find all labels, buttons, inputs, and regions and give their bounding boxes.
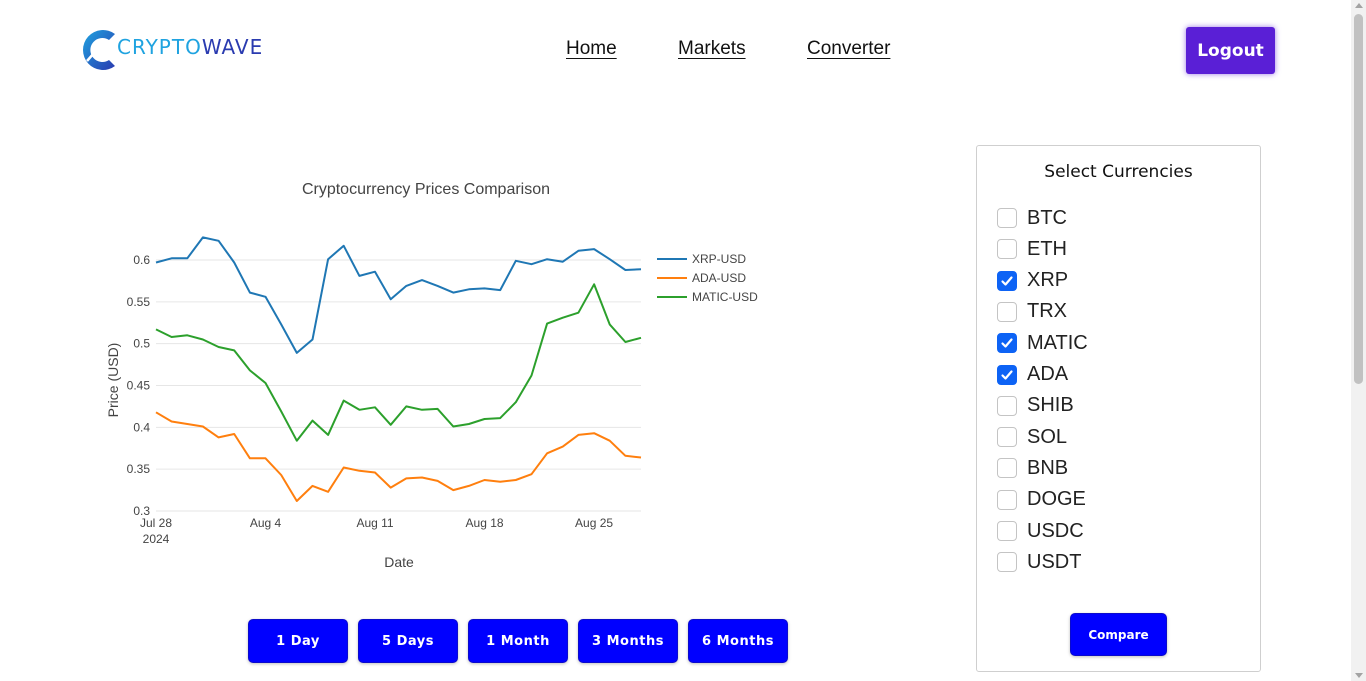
y-tick-label: 0.35 [127, 462, 151, 476]
range-button-1-day[interactable]: 1 Day [248, 619, 348, 663]
x-tick-label: Aug 4 [250, 516, 282, 530]
y-tick-label: 0.45 [127, 379, 151, 393]
x-tick-label: Aug 11 [356, 516, 393, 530]
x-axis-ticks: Jul 28 2024 Aug 4 Aug 11 Aug 18 Aug 25 [140, 516, 613, 546]
currency-label: BTC [1027, 206, 1067, 229]
currency-option-ada[interactable]: ADA [997, 363, 1068, 387]
legend-label: XRP-USD [692, 252, 746, 266]
currency-label: USDT [1027, 550, 1082, 573]
currency-checkbox[interactable] [997, 208, 1017, 228]
x-tick-label: Jul 28 [140, 516, 172, 530]
currency-checkbox[interactable] [997, 521, 1017, 541]
series-line-ada-usd [155, 411, 642, 502]
scroll-down-arrow-icon[interactable] [1355, 673, 1363, 678]
x-axis-label: Date [384, 554, 414, 570]
checkmark-icon [1001, 369, 1013, 380]
range-button-1-month[interactable]: 1 Month [468, 619, 568, 663]
currency-checkbox[interactable] [997, 364, 1017, 385]
currency-option-doge[interactable]: DOGE [997, 488, 1086, 512]
nav-link-home[interactable]: Home [566, 38, 617, 60]
compare-button[interactable]: Compare [1070, 613, 1167, 656]
range-button-3-months[interactable]: 3 Months [578, 619, 678, 663]
y-tick-label: 0.5 [133, 337, 150, 351]
range-button-5-days[interactable]: 5 Days [358, 619, 458, 663]
currency-label: XRP [1027, 269, 1069, 292]
currency-checkbox[interactable] [997, 458, 1017, 479]
currency-option-eth[interactable]: ETH [997, 237, 1067, 261]
chart-grid [156, 259, 641, 512]
currency-label: DOGE [1027, 488, 1086, 511]
series-line-matic-usd [155, 283, 642, 442]
currency-label: ETH [1027, 237, 1067, 260]
range-button-6-months[interactable]: 6 Months [688, 619, 788, 663]
logout-button[interactable]: Logout [1186, 27, 1275, 74]
currency-label: SHIB [1027, 394, 1074, 417]
currency-option-bnb[interactable]: BNB [997, 456, 1068, 480]
currency-option-matic[interactable]: MATIC [997, 331, 1088, 355]
legend-label: MATIC-USD [692, 290, 758, 304]
nav-link-markets[interactable]: Markets [678, 38, 746, 60]
currency-label: BNB [1027, 456, 1069, 479]
checkmark-icon [1001, 338, 1013, 348]
y-tick-label: 0.6 [133, 253, 150, 267]
checkmark-icon [1001, 275, 1013, 286]
currency-label: SOL [1027, 425, 1068, 448]
currency-option-shib[interactable]: SHIB [997, 394, 1074, 418]
nav-link-converter[interactable]: Converter [807, 38, 890, 60]
y-axis-label: Price (USD) [105, 343, 121, 418]
currency-checkbox[interactable] [997, 395, 1017, 416]
x-tick-label: Aug 25 [575, 516, 613, 530]
currency-label: MATIC [1027, 331, 1088, 354]
scroll-thumb[interactable] [1354, 14, 1363, 384]
currency-option-usdc[interactable]: USDC [997, 519, 1084, 543]
series-line-xrp-usd [155, 236, 642, 354]
chart-lines [155, 236, 642, 502]
y-tick-label: 0.55 [127, 295, 151, 309]
currency-panel: Select Currencies BTC ETH XRP TRX MATIC ADA SH… [976, 145, 1261, 672]
x-tick-label: Aug 18 [466, 516, 504, 530]
chart-title: Cryptocurrency Prices Comparison [302, 181, 550, 198]
legend-label: ADA-USD [692, 271, 746, 285]
page-scrollbar[interactable] [1351, 0, 1366, 681]
currency-checkbox[interactable] [997, 552, 1017, 573]
currency-checkbox[interactable] [997, 301, 1017, 322]
price-chart: Cryptocurrency Prices Comparison 0.3 0.35… [95, 170, 795, 580]
currency-option-trx[interactable]: TRX [997, 300, 1067, 324]
y-axis-ticks: 0.30.350.40.450.50.550.6 [127, 253, 151, 518]
chart-legend: XRP-USD ADA-USD MATIC-USD [657, 252, 758, 304]
x-tick-sublabel: 2024 [143, 532, 170, 546]
currency-label: ADA [1027, 363, 1069, 385]
chart-svg: Cryptocurrency Prices Comparison 0.30.35… [105, 181, 758, 570]
currency-checkbox[interactable] [997, 270, 1017, 291]
y-tick-label: 0.4 [133, 420, 150, 434]
currency-option-sol[interactable]: SOL [997, 425, 1067, 449]
currency-panel-title: Select Currencies [1044, 162, 1193, 182]
currency-checkbox[interactable] [997, 489, 1017, 510]
currency-label: TRX [1027, 300, 1067, 323]
scroll-up-arrow-icon[interactable] [1355, 3, 1363, 8]
currency-checkbox[interactable] [997, 427, 1017, 448]
currency-label: USDC [1027, 519, 1084, 542]
currency-checkbox[interactable] [997, 239, 1017, 260]
currency-option-btc[interactable]: BTC [997, 206, 1067, 230]
currency-checkbox[interactable] [997, 333, 1017, 354]
main-nav: Home Markets Converter [0, 38, 1366, 64]
currency-option-xrp[interactable]: XRP [997, 269, 1068, 293]
currency-option-usdt[interactable]: USDT [997, 550, 1081, 574]
